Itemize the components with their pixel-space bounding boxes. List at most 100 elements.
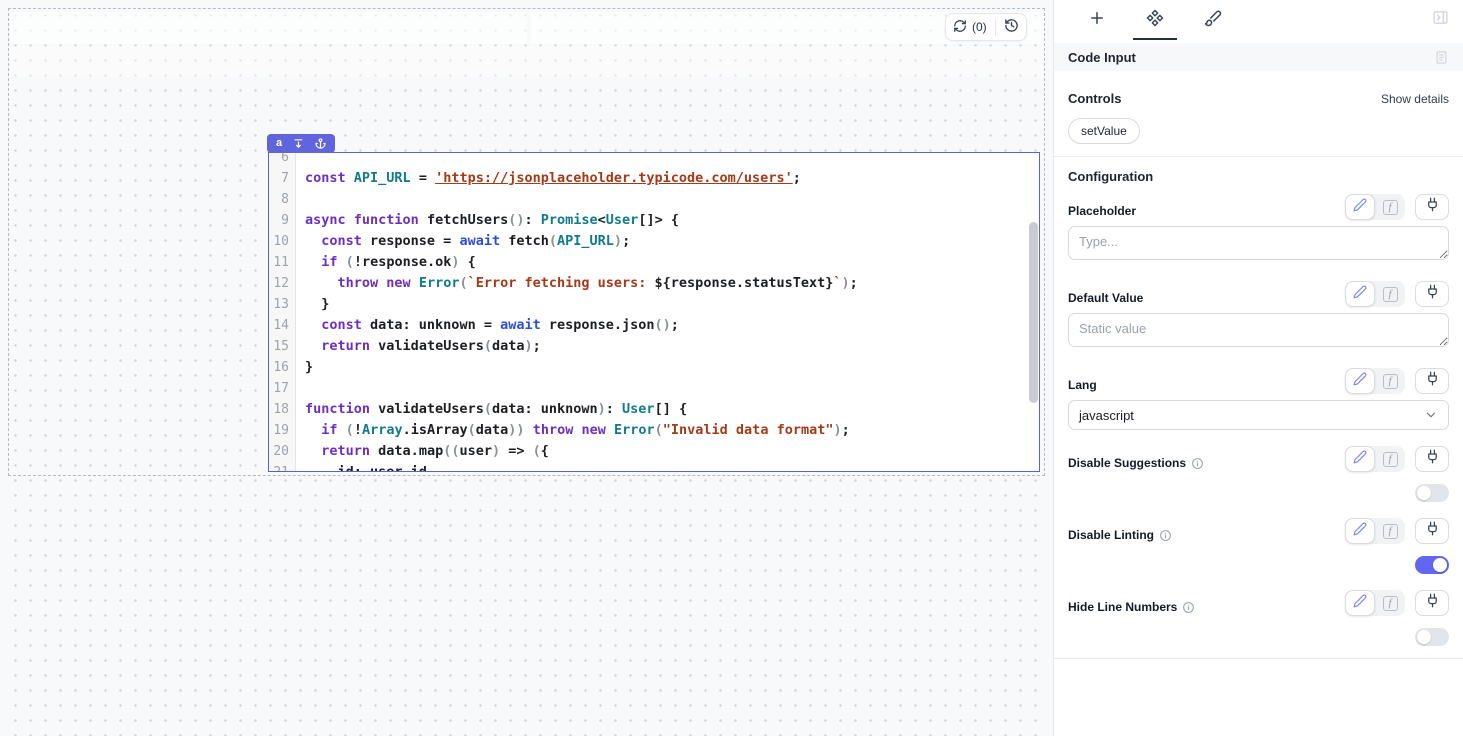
- eval-mode-button[interactable]: f: [1375, 281, 1405, 307]
- collapse-panel-button[interactable]: [1432, 9, 1449, 31]
- configuration-section-title: Configuration: [1068, 169, 1153, 184]
- connect-button[interactable]: [1415, 518, 1449, 544]
- component-title: Code Input: [1068, 50, 1136, 65]
- code-line[interactable]: 18function validateUsers(data: unknown):…: [269, 399, 1039, 420]
- code-text: id: user.id,: [296, 462, 435, 471]
- code-text: async function fetchUsers(): Promise<Use…: [296, 210, 679, 231]
- hide-line-numbers-toggle[interactable]: [1415, 628, 1449, 646]
- pencil-icon: [1353, 198, 1367, 217]
- field-lang: Lang f javascript: [1068, 368, 1449, 430]
- static-mode-button[interactable]: [1345, 281, 1375, 307]
- placeholder-input[interactable]: [1068, 226, 1449, 260]
- eval-mode-button[interactable]: f: [1375, 368, 1405, 394]
- line-number: 17: [269, 378, 296, 399]
- section-divider: [1054, 156, 1463, 157]
- line-number: 15: [269, 336, 296, 357]
- code-line[interactable]: 17: [269, 378, 1039, 399]
- line-number: 16: [269, 357, 296, 378]
- info-icon[interactable]: [1182, 601, 1195, 614]
- line-number: 6: [269, 153, 296, 168]
- disable-linting-toggle[interactable]: [1415, 556, 1449, 574]
- controls-section-title: Controls: [1068, 91, 1121, 106]
- toolbar-divider: [995, 19, 996, 36]
- static-mode-button[interactable]: [1345, 446, 1375, 472]
- history-button[interactable]: [1004, 18, 1019, 36]
- disable-suggestions-toggle[interactable]: [1415, 484, 1449, 502]
- code-line[interactable]: 12 throw new Error(`Error fetching users…: [269, 273, 1039, 294]
- static-mode-button[interactable]: [1345, 368, 1375, 394]
- refresh-icon: [953, 19, 967, 36]
- configuration-fields: Placeholder f Default Value f Lang f javascrip…: [1068, 194, 1449, 646]
- refresh-count: (0): [972, 20, 987, 34]
- code-line[interactable]: 21 id: user.id,: [269, 462, 1039, 471]
- lang-select[interactable]: javascript: [1068, 400, 1449, 430]
- plug-icon: [1425, 521, 1440, 541]
- anchor-icon[interactable]: [315, 138, 326, 149]
- field-label: Default Value: [1068, 291, 1143, 305]
- code-input-widget[interactable]: a 67const API_URL = 'https://jsonplaceho…: [268, 152, 1040, 472]
- static-mode-button[interactable]: [1345, 590, 1375, 616]
- code-scrollbar[interactable]: [1029, 222, 1038, 403]
- code-editor[interactable]: 67const API_URL = 'https://jsonplacehold…: [269, 153, 1039, 471]
- line-number: 21: [269, 462, 296, 471]
- field-label: Lang: [1068, 378, 1097, 392]
- setvalue-control-button[interactable]: setValue: [1068, 118, 1140, 144]
- connect-button[interactable]: [1415, 590, 1449, 616]
- connect-button[interactable]: [1415, 368, 1449, 394]
- code-line[interactable]: 11 if (!response.ok) {: [269, 252, 1039, 273]
- connect-button[interactable]: [1415, 281, 1449, 307]
- line-number: 19: [269, 420, 296, 441]
- tab-styles[interactable]: [1184, 0, 1242, 40]
- fx-icon: f: [1383, 596, 1398, 611]
- document-icon[interactable]: [1434, 50, 1449, 65]
- brush-icon: [1204, 9, 1222, 32]
- static-mode-button[interactable]: [1345, 518, 1375, 544]
- refresh-button[interactable]: (0): [953, 19, 987, 36]
- code-line[interactable]: 19 if (!Array.isArray(data)) throw new E…: [269, 420, 1039, 441]
- connect-button[interactable]: [1415, 194, 1449, 220]
- widget-id-chip[interactable]: a: [267, 134, 335, 153]
- line-number: 12: [269, 273, 296, 294]
- code-text: const data: unknown = await response.jso…: [296, 315, 679, 336]
- info-icon[interactable]: [1159, 529, 1172, 542]
- fx-icon: f: [1383, 287, 1398, 302]
- code-text: throw new Error(`Error fetching users: $…: [296, 273, 858, 294]
- code-line[interactable]: 15 return validateUsers(data);: [269, 336, 1039, 357]
- code-text: if (!response.ok) {: [296, 252, 476, 273]
- show-details-link[interactable]: Show details: [1381, 92, 1449, 106]
- app-canvas[interactable]: (0) a 67const API_URL = 'https:/: [0, 0, 1053, 736]
- section-divider: [1054, 658, 1463, 659]
- fx-icon: f: [1383, 452, 1398, 467]
- connect-button[interactable]: [1415, 446, 1449, 472]
- code-line[interactable]: 16}: [269, 357, 1039, 378]
- field-label: Placeholder: [1068, 204, 1136, 218]
- collapse-panel-icon: [1432, 9, 1449, 31]
- code-line[interactable]: 10 const response = await fetch(API_URL)…: [269, 231, 1039, 252]
- input-mode-segment: f: [1345, 590, 1405, 616]
- eval-mode-button[interactable]: f: [1375, 518, 1405, 544]
- tab-settings[interactable]: [1126, 0, 1184, 40]
- eval-mode-button[interactable]: f: [1375, 590, 1405, 616]
- static-mode-button[interactable]: [1345, 194, 1375, 220]
- code-text: }: [296, 357, 313, 378]
- code-line[interactable]: 6: [269, 153, 1039, 168]
- code-line[interactable]: 7const API_URL = 'https://jsonplaceholde…: [269, 168, 1039, 189]
- eval-mode-button[interactable]: f: [1375, 194, 1405, 220]
- arrow-down-from-line-icon[interactable]: [293, 138, 304, 149]
- field-disable-suggestions: Disable Suggestionsf: [1068, 446, 1449, 502]
- line-number: 18: [269, 399, 296, 420]
- eval-mode-button[interactable]: f: [1375, 446, 1405, 472]
- field-label: Hide Line Numbers: [1068, 600, 1177, 614]
- plug-icon: [1425, 449, 1440, 469]
- line-number: 9: [269, 210, 296, 231]
- code-line[interactable]: 9async function fetchUsers(): Promise<Us…: [269, 210, 1039, 231]
- code-line[interactable]: 13 }: [269, 294, 1039, 315]
- code-text: }: [296, 294, 329, 315]
- code-line[interactable]: 8: [269, 189, 1039, 210]
- tab-insert[interactable]: [1068, 0, 1126, 40]
- code-line[interactable]: 20 return data.map((user) => ({: [269, 441, 1039, 462]
- line-number: 10: [269, 231, 296, 252]
- code-line[interactable]: 14 const data: unknown = await response.…: [269, 315, 1039, 336]
- default-value-input[interactable]: [1068, 313, 1449, 347]
- info-icon[interactable]: [1191, 457, 1204, 470]
